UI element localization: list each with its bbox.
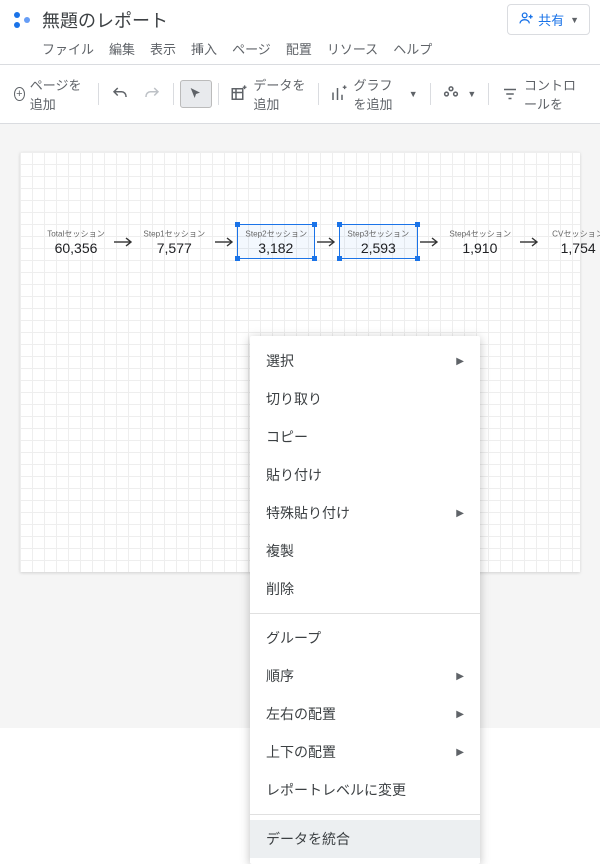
community-button[interactable]: ▼ — [436, 81, 482, 107]
menu-arrange[interactable]: 配置 — [286, 39, 312, 58]
community-icon — [442, 85, 460, 103]
chevron-right-icon: ▶ — [456, 671, 464, 682]
ctx-copy[interactable]: コピー — [250, 418, 480, 456]
separator — [250, 814, 480, 815]
arrow-icon — [419, 237, 441, 247]
ctx-select[interactable]: 選択▶ — [250, 342, 480, 380]
arrow-icon — [214, 237, 236, 247]
undo-icon — [111, 85, 129, 103]
ctx-paste[interactable]: 貼り付け — [250, 456, 480, 494]
cursor-icon — [187, 85, 205, 103]
menu-view[interactable]: 表示 — [150, 39, 176, 58]
select-tool[interactable] — [180, 80, 212, 108]
add-chart-button[interactable]: グラフを追加 ▼ — [324, 71, 423, 117]
chevron-down-icon: ▼ — [409, 89, 418, 99]
add-data-button[interactable]: データを追加 — [224, 71, 311, 117]
person-add-icon — [518, 10, 534, 29]
chevron-right-icon: ▶ — [456, 747, 464, 758]
undo-button[interactable] — [105, 81, 135, 107]
filter-icon — [501, 85, 519, 103]
canvas-area[interactable]: Totalセッション60,356 Step1セッション7,577 Step2セッ… — [0, 124, 600, 728]
arrow-icon — [113, 237, 135, 247]
redo-button[interactable] — [137, 81, 167, 107]
ctx-delete[interactable]: 削除 — [250, 570, 480, 608]
separator — [250, 613, 480, 614]
scorecard-total[interactable]: Totalセッション60,356 — [40, 225, 112, 258]
scorecard-step2-selected[interactable]: Step2セッション3,182 — [237, 224, 316, 259]
scorecard-step1[interactable]: Step1セッション7,577 — [136, 225, 213, 258]
arrow-icon — [519, 237, 541, 247]
funnel-flow: Totalセッション60,356 Step1セッション7,577 Step2セッ… — [40, 224, 600, 259]
menu-bar: ファイル 編集 表示 挿入 ページ 配置 リソース ヘルプ — [10, 35, 590, 64]
redo-icon — [143, 85, 161, 103]
app-logo-icon — [10, 8, 34, 32]
ctx-cut[interactable]: 切り取り — [250, 380, 480, 418]
ctx-group[interactable]: グループ — [250, 619, 480, 657]
menu-help[interactable]: ヘルプ — [393, 39, 432, 58]
chevron-right-icon: ▶ — [456, 508, 464, 519]
app-header: 無題のレポート 共有 ▼ ファイル 編集 表示 挿入 ページ 配置 リソース ヘ… — [0, 0, 600, 65]
context-menu: 選択▶ 切り取り コピー 貼り付け 特殊貼り付け▶ 複製 削除 グループ 順序▶… — [250, 336, 480, 864]
ctx-align-h[interactable]: 左右の配置▶ — [250, 695, 480, 733]
menu-insert[interactable]: 挿入 — [191, 39, 217, 58]
ctx-paste-special[interactable]: 特殊貼り付け▶ — [250, 494, 480, 532]
chevron-down-icon: ▼ — [467, 89, 476, 99]
scorecard-step3-selected[interactable]: Step3セッション2,593 — [339, 224, 418, 259]
menu-resource[interactable]: リソース — [327, 39, 378, 58]
chevron-right-icon: ▶ — [456, 356, 464, 367]
share-button[interactable]: 共有 ▼ — [507, 4, 590, 35]
chart-add-icon — [330, 85, 348, 103]
ctx-align-v[interactable]: 上下の配置▶ — [250, 733, 480, 771]
menu-edit[interactable]: 編集 — [109, 39, 135, 58]
document-title[interactable]: 無題のレポート — [42, 7, 168, 33]
menu-page[interactable]: ページ — [232, 39, 271, 58]
share-label: 共有 — [538, 10, 564, 29]
ctx-report-level[interactable]: レポートレベルに変更 — [250, 771, 480, 809]
arrow-icon — [316, 237, 338, 247]
ctx-blend-data[interactable]: データを統合 — [250, 820, 480, 858]
add-page-button[interactable]: + ページを追加 — [8, 71, 92, 117]
ctx-order[interactable]: 順序▶ — [250, 657, 480, 695]
scorecard-cv[interactable]: CVセッション1,754 — [542, 225, 600, 258]
ctx-duplicate[interactable]: 複製 — [250, 532, 480, 570]
toolbar: + ページを追加 データを追加 グラフを追加 ▼ ▼ コントロールを — [0, 65, 600, 124]
data-add-icon — [230, 85, 248, 103]
scorecard-step4[interactable]: Step4セッション1,910 — [442, 225, 519, 258]
menu-file[interactable]: ファイル — [42, 39, 94, 58]
add-control-button[interactable]: コントロールを — [495, 71, 592, 117]
plus-circle-icon: + — [14, 87, 25, 101]
chevron-right-icon: ▶ — [456, 709, 464, 720]
chevron-down-icon: ▼ — [570, 15, 579, 25]
